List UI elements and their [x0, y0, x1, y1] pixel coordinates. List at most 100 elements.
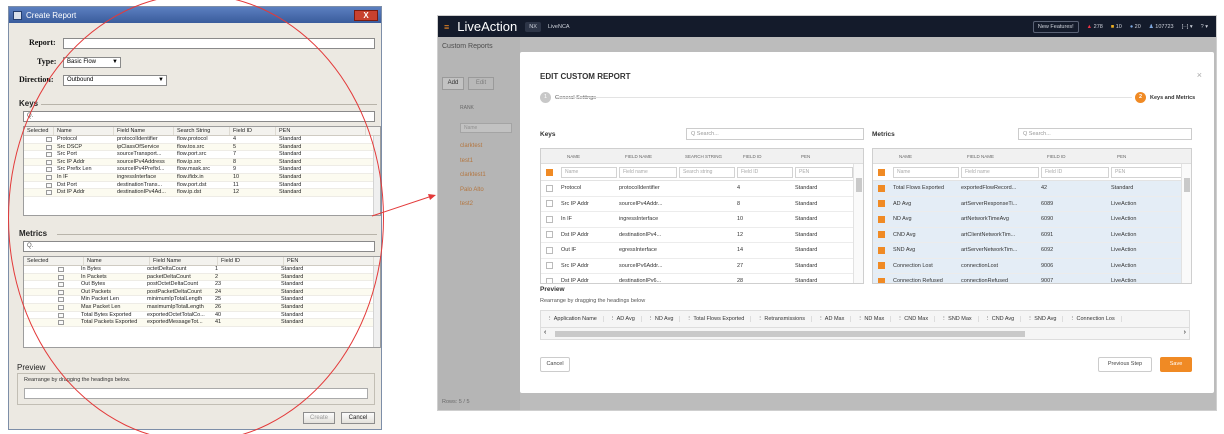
preview-column-header[interactable]: ⋮ AD Max	[812, 316, 852, 322]
row-checkbox[interactable]	[546, 184, 553, 192]
column-header[interactable]: PEN	[795, 149, 855, 163]
metrics-search-input[interactable]: Q.	[23, 241, 375, 252]
column-header[interactable]: Field Name	[114, 127, 174, 135]
row-checkbox[interactable]	[58, 304, 64, 310]
column-header[interactable]: PEN	[1111, 149, 1187, 163]
nx-tag[interactable]: NX	[525, 21, 541, 32]
preview-column-header[interactable]: ⋮ Total Flows Exported	[680, 316, 752, 322]
scrollbar[interactable]	[373, 266, 380, 347]
display-icon[interactable]: [··] ▾	[1182, 24, 1193, 30]
column-header[interactable]: Selected	[24, 257, 84, 265]
close-icon[interactable]: X	[354, 9, 378, 21]
column-filter-input[interactable]: Field ID	[737, 166, 793, 178]
row-checkbox[interactable]	[878, 200, 885, 208]
alerts-red[interactable]: ▲ 278	[1087, 24, 1103, 30]
row-checkbox[interactable]	[546, 200, 553, 208]
menu-icon[interactable]: ≡	[444, 22, 449, 32]
row-checkbox[interactable]	[58, 274, 64, 280]
report-name-input[interactable]	[63, 38, 375, 49]
table-row[interactable]: In IF ingressInterface 10 Standard	[541, 212, 863, 228]
table-row[interactable]: Connection Lost connectionLost 9006 LiveAct…	[873, 258, 1191, 274]
close-icon[interactable]: ×	[1197, 70, 1202, 80]
table-row[interactable]: Src IP Addr sourceIPv6Addr... 27 Standard	[541, 259, 863, 274]
row-checkbox[interactable]	[58, 267, 64, 272]
row-checkbox[interactable]	[46, 152, 52, 158]
horizontal-scrollbar[interactable]: ‹ ›	[541, 327, 1189, 339]
row-checkbox[interactable]	[878, 246, 885, 254]
column-filter-input[interactable]: Field name	[619, 166, 677, 178]
livenca-tag[interactable]: LiveNCA	[544, 22, 574, 32]
column-header[interactable]: SEARCH STRING	[679, 149, 737, 163]
row-checkbox[interactable]	[46, 167, 52, 173]
column-header[interactable]: Name	[84, 257, 150, 265]
step-keys-and-metrics[interactable]: 2 Keys and Metrics	[1132, 92, 1196, 103]
preview-column-header[interactable]: ⋮ CND Avg	[979, 316, 1022, 322]
table-row[interactable]: ND Avg artNetworkTimeAvg 6090 LiveAction	[873, 212, 1191, 228]
scrollbar[interactable]	[853, 164, 863, 283]
users-count[interactable]: ♟ 107723	[1149, 24, 1174, 30]
row-checkbox[interactable]	[46, 144, 52, 150]
table-row[interactable]: AD Avg artServerResponseTi... 6089 LiveActi…	[873, 196, 1191, 212]
row-checkbox[interactable]	[546, 262, 553, 270]
column-filter-input[interactable]: Search string	[679, 166, 735, 178]
column-header[interactable]: Field Name	[150, 257, 218, 265]
row-checkbox[interactable]	[46, 159, 52, 165]
preview-column-header[interactable]: ⋮ CND Max	[891, 316, 936, 322]
preview-dropzone[interactable]	[24, 388, 368, 399]
cancel-button[interactable]: Cancel	[341, 412, 375, 424]
scroll-thumb[interactable]	[856, 178, 862, 192]
column-header[interactable]: Search String	[174, 127, 230, 135]
row-checkbox[interactable]	[546, 246, 553, 254]
table-row[interactable]: Dst IP Addr destinationIPv4... 12 Standard	[541, 228, 863, 243]
table-row[interactable]: Src IP Addr sourceIPv4Addr... 8 Standard	[541, 197, 863, 212]
cancel-button[interactable]: Cancel	[540, 357, 570, 372]
column-filter-input[interactable]: Field name	[961, 166, 1039, 178]
row-checkbox[interactable]	[58, 282, 64, 288]
preview-column-header[interactable]: ⋮ ND Max	[851, 316, 892, 322]
column-header[interactable]: Selected	[24, 127, 54, 135]
row-checkbox[interactable]	[58, 297, 64, 303]
column-filter-input[interactable]: Name	[893, 166, 959, 178]
metrics-search-input[interactable]: Q Search...	[1018, 128, 1192, 140]
row-checkbox[interactable]	[46, 137, 52, 142]
row-checkbox[interactable]	[878, 262, 885, 270]
row-checkbox[interactable]	[46, 182, 52, 188]
select-all-checkbox[interactable]	[546, 168, 553, 176]
help-icon[interactable]: ? ▾	[1201, 24, 1208, 30]
column-header[interactable]: FIELD ID	[1041, 149, 1111, 163]
column-header[interactable]: Field ID	[218, 257, 284, 265]
column-filter-input[interactable]: Field ID	[1041, 166, 1109, 178]
table-row[interactable]: Connection Refused connectionRefused 9007 L…	[873, 274, 1191, 283]
column-filter-input[interactable]: Name	[561, 166, 617, 178]
scroll-right-icon[interactable]: ›	[1184, 329, 1186, 336]
preview-column-header[interactable]: ⋮ Retransmissions	[751, 316, 813, 322]
direction-select[interactable]: Outbound ▼	[63, 75, 167, 86]
row-checkbox[interactable]	[878, 184, 885, 192]
table-row[interactable]: CND Avg artClientNetworkTim... 6091 LiveAct…	[873, 227, 1191, 243]
column-filter-input[interactable]: PEN	[1111, 166, 1185, 178]
column-header[interactable]: Field ID	[230, 127, 276, 135]
column-header[interactable]: FIELD NAME	[961, 149, 1041, 163]
column-header[interactable]: NAME	[561, 149, 619, 163]
alerts-blue[interactable]: ● 20	[1130, 24, 1141, 30]
keys-search-input[interactable]: Q Search...	[686, 128, 864, 140]
row-checkbox[interactable]	[546, 231, 553, 239]
scroll-thumb[interactable]	[1184, 178, 1190, 192]
row-checkbox[interactable]	[546, 215, 553, 223]
row-checkbox[interactable]	[58, 320, 64, 326]
scroll-thumb[interactable]	[555, 331, 1025, 337]
preview-column-header[interactable]: ⋮ ND Avg	[642, 316, 681, 322]
row-checkbox[interactable]	[878, 215, 885, 223]
row-checkbox[interactable]	[58, 312, 64, 318]
create-button[interactable]: Create	[303, 412, 335, 424]
column-header[interactable]: FIELD NAME	[619, 149, 679, 163]
table-row[interactable]: Total Flows Exported exportedFlowRecord..…	[873, 181, 1191, 197]
table-row[interactable]: SND Avg artServerNetworkTim... 6092 LiveAct…	[873, 243, 1191, 259]
preview-column-header[interactable]: ⋮ SND Max	[935, 316, 979, 322]
scroll-left-icon[interactable]: ‹	[544, 329, 546, 336]
save-button[interactable]: Save	[1160, 357, 1192, 372]
row-checkbox[interactable]	[46, 190, 52, 196]
column-header[interactable]: Name	[54, 127, 114, 135]
preview-column-header[interactable]: ⋮ SND Avg	[1021, 316, 1064, 322]
table-row[interactable]: Dst IP Addr destinationIPv6... 28 Standard	[541, 274, 863, 283]
